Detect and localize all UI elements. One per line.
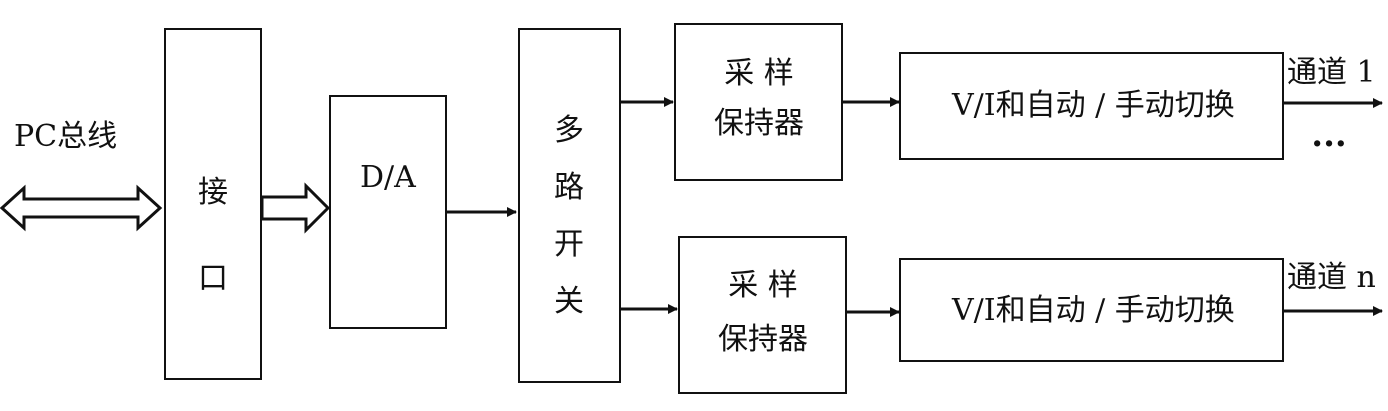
- sample-hold-top-line2: 保持器: [714, 106, 804, 141]
- sample-hold-top-line1: 采 样: [724, 56, 794, 91]
- interface-to-da-arrow: [260, 182, 331, 234]
- sample-hold-bottom-line1: 采 样: [728, 268, 798, 303]
- interface-label: 接口: [198, 175, 228, 296]
- sample-hold-bottom-line2: 保持器: [718, 322, 808, 357]
- mux-label: 多路开关: [554, 113, 584, 319]
- channel-1-label: 通道 1: [1287, 55, 1376, 90]
- pc-bus-arrow: [0, 184, 163, 232]
- vi-switch-top-label: V/I和自动 / 手动切换: [952, 88, 1235, 123]
- channel-n-label: 通道 n: [1287, 260, 1376, 295]
- channel-ellipsis: ···: [1311, 124, 1347, 164]
- da-label: D/A: [360, 160, 416, 195]
- da-box: [329, 95, 447, 329]
- pc-bus-label: PC总线: [14, 119, 118, 154]
- vi-switch-bottom-label: V/I和自动 / 手动切换: [952, 293, 1235, 328]
- block-diagram: PC总线 接口 D/A 多路开关 采 样 保持器 采 样 保持器 V/I和自动 …: [0, 0, 1388, 411]
- sample-hold-bottom-box: [678, 236, 847, 394]
